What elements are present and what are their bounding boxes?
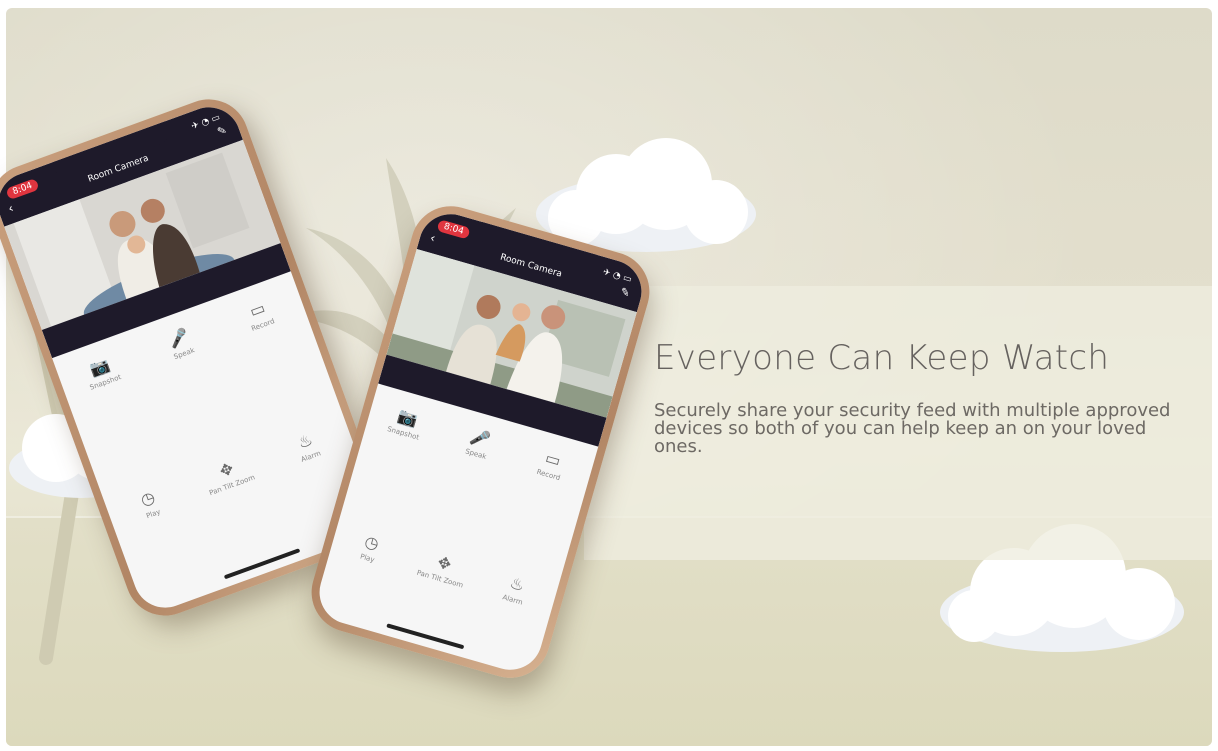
snapshot-button[interactable]: 📷 Snapshot — [366, 399, 447, 448]
speak-button[interactable]: 🎤 Speak — [136, 316, 225, 372]
snapshot-button[interactable]: 📷 Snapshot — [58, 345, 147, 401]
speak-button[interactable]: 🎤 Speak — [438, 420, 519, 469]
playback-button[interactable]: ◷ Play — [105, 476, 194, 532]
alarm-button[interactable]: ♨ Alarm — [475, 566, 556, 615]
ptz-button[interactable]: ✥ Pan Tilt Zoom — [403, 545, 484, 594]
record-button[interactable]: ▭ Record — [215, 287, 304, 343]
hero-description: Securely share your security feed with m… — [654, 400, 1171, 457]
home-indicator — [385, 623, 464, 650]
playback-button[interactable]: ◷ Play — [330, 524, 411, 573]
ptz-button[interactable]: ✥ Pan Tilt Zoom — [184, 447, 273, 503]
hero-heading: Everyone Can Keep Watch — [654, 338, 1110, 378]
record-button[interactable]: ▭ Record — [511, 441, 592, 490]
alarm-button[interactable]: ♨ Alarm — [263, 419, 352, 475]
